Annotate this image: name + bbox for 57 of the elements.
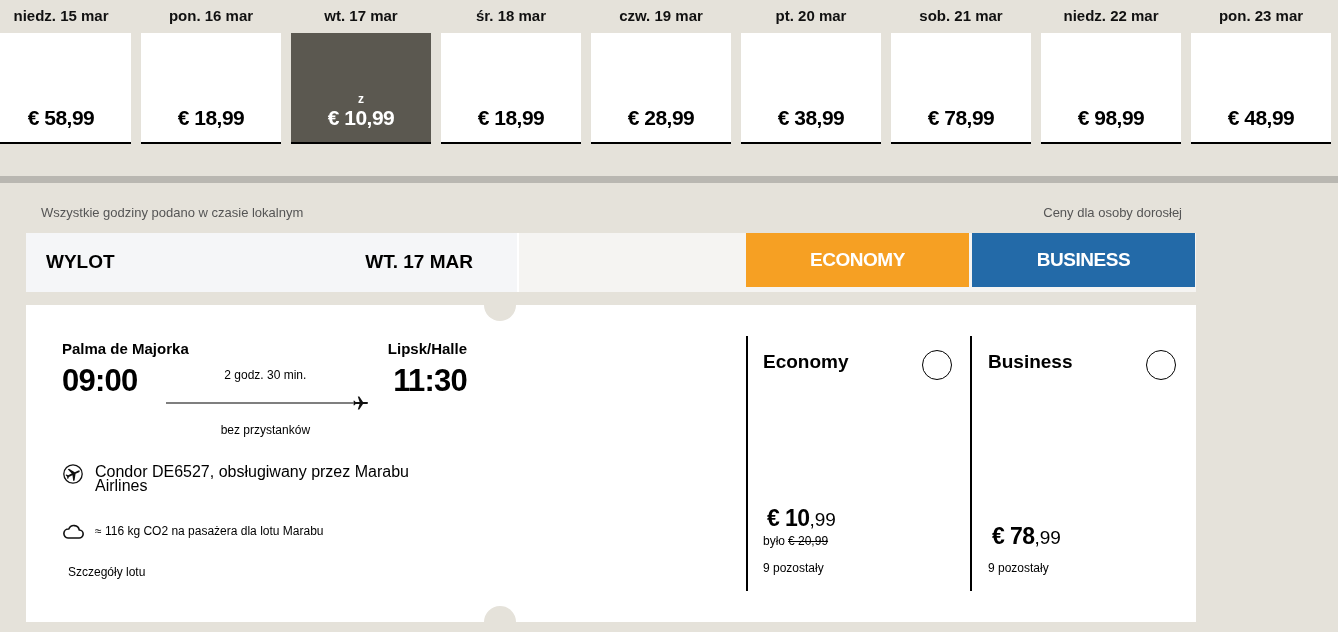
date-label: śr. 18 mar bbox=[475, 6, 547, 27]
flight-details-link[interactable]: Szczegóły lotu bbox=[68, 564, 146, 580]
date-price-card[interactable]: € 18,99 bbox=[141, 33, 281, 144]
radio-button[interactable] bbox=[1146, 350, 1176, 380]
date-price-card[interactable]: € 58,99 bbox=[0, 33, 131, 144]
date-price-card[interactable]: € 78,99 bbox=[891, 33, 1031, 144]
fare-name: Business bbox=[988, 350, 1073, 374]
date-label: pon. 16 mar bbox=[168, 6, 254, 27]
flight-duration: 2 godz. 30 min. bbox=[224, 367, 307, 383]
date-price-card[interactable]: € 18,99 bbox=[441, 33, 581, 144]
date-price-card[interactable]: € 28,99 bbox=[591, 33, 731, 144]
fare-price: € 10,99 bbox=[767, 506, 836, 532]
radio-button[interactable] bbox=[922, 350, 952, 380]
date-price: € 48,99 bbox=[1227, 105, 1295, 131]
seats-remaining: 9 pozostały bbox=[988, 560, 1049, 576]
date-price: € 28,99 bbox=[627, 105, 695, 131]
stops-info: bez przystanków bbox=[220, 422, 311, 438]
class-header: BUSINESS bbox=[972, 233, 1195, 287]
date-label: wt. 17 mar bbox=[324, 6, 398, 27]
date-label: pon. 23 mar bbox=[1218, 6, 1304, 27]
time-zone-note: Wszystkie godziny podano w czasie lokalnym bbox=[41, 204, 304, 222]
fare-name: Economy bbox=[763, 350, 849, 374]
direction-title: WYLOT bbox=[46, 250, 115, 275]
date-label: pt. 20 mar bbox=[775, 6, 847, 27]
flight-date: WT. 17 MAR bbox=[365, 250, 473, 275]
date-price: € 18,99 bbox=[477, 105, 545, 131]
date-label: niedz. 22 mar bbox=[1063, 6, 1159, 27]
date-price: € 98,99 bbox=[1077, 105, 1145, 131]
date-price: € 58,99 bbox=[27, 105, 95, 131]
date-price: € 38,99 bbox=[777, 105, 845, 131]
operator-info: Condor DE6527, obsługiwany przez Marabu Airlines bbox=[95, 464, 410, 493]
arrival-time: 11:30 bbox=[393, 363, 467, 399]
arrival-city: Lipsk/Halle bbox=[387, 338, 467, 359]
price-basis-note: Ceny dla osoby dorosłej bbox=[1043, 204, 1182, 222]
date-price: € 10,99 bbox=[327, 105, 395, 131]
date-label: niedz. 15 mar bbox=[13, 6, 109, 27]
emissions-info: ≈ 116 kg CO2 na pasażera dla lotu Marabu bbox=[95, 523, 324, 539]
date-price-card[interactable]: € 38,99 bbox=[741, 33, 881, 144]
departure-city: Palma de Majorka bbox=[62, 338, 189, 359]
cloud-icon bbox=[63, 523, 84, 539]
departure-time: 09:00 bbox=[62, 363, 138, 399]
ticket-notch bbox=[484, 606, 516, 622]
from-label: z bbox=[358, 93, 364, 105]
date-price-card[interactable]: z € 10,99 bbox=[291, 33, 431, 144]
plane-circle-icon bbox=[63, 464, 83, 484]
ticket-notch bbox=[484, 305, 516, 321]
date-label: sob. 21 mar bbox=[919, 6, 1003, 27]
date-price: € 18,99 bbox=[177, 105, 245, 131]
date-label: czw. 19 mar bbox=[619, 6, 703, 27]
was-label: było bbox=[763, 533, 785, 550]
seats-remaining: 9 pozostały bbox=[763, 560, 824, 576]
date-price-card[interactable]: € 48,99 bbox=[1191, 33, 1331, 144]
class-header: ECONOMY bbox=[746, 233, 969, 287]
fare-price: € 78,99 bbox=[992, 524, 1061, 550]
date-price: € 78,99 bbox=[927, 105, 995, 131]
date-price-card[interactable]: € 98,99 bbox=[1041, 33, 1181, 144]
old-price: € 20,99 bbox=[788, 533, 829, 550]
